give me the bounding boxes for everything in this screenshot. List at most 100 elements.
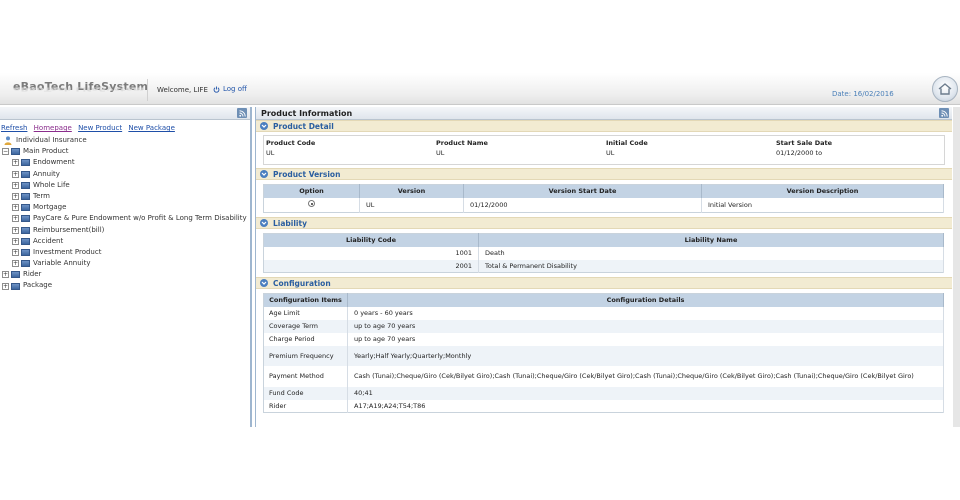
expand-toggle[interactable]: + [12,215,19,223]
tree-label: Accident [33,236,64,245]
tree-item-reimbursement[interactable]: + Reimbursement(bill) [2,225,250,236]
tree-item-package[interactable]: + Package [2,280,250,291]
home-icon [938,83,952,95]
expand-toggle[interactable]: + [12,248,19,256]
version-radio[interactable] [308,200,315,208]
field-label: Product Name [436,139,488,147]
tree-item-paycare[interactable]: + PayCare & Pure Endowment w/o Profit & … [2,213,250,224]
tree-label: Annuity [33,169,60,178]
column-header: Version Description [701,184,944,198]
tree-item-individual-insurance[interactable]: Individual Insurance [2,135,250,146]
rss-icon[interactable] [237,108,247,118]
column-header: Version Start Date [463,184,702,198]
expand-toggle[interactable]: + [2,282,9,290]
config-detail-cell: Yearly;Half Yearly;Quarterly;Monthly [347,345,944,366]
option-cell [263,197,360,213]
tree-item-investment-product[interactable]: + Investment Product [2,247,250,258]
tree-item-accident[interactable]: + Accident [2,236,250,247]
start-date-cell: 01/12/2000 [463,197,702,213]
table-row: Coverage Term up to age 70 years [263,319,944,333]
table-header: Option Version Version Start Date Versio… [263,184,944,198]
home-button[interactable] [932,76,958,102]
section-title: Product Version [273,169,341,179]
table-header: Liability Code Liability Name [263,233,944,247]
folder-icon [21,170,30,178]
homepage-link[interactable]: Homepage [34,124,72,132]
header-divider [147,79,148,101]
collapse-icon[interactable] [260,122,268,130]
table-row[interactable]: UL 01/12/2000 Initial Version [263,197,944,213]
rss-icon[interactable] [939,108,949,118]
logoff-link[interactable]: Log off [213,85,247,93]
table-row: 1001 Death [263,246,944,260]
field-value: UL [266,149,275,157]
collapse-toggle[interactable]: − [2,148,9,156]
expand-toggle[interactable]: + [12,159,19,167]
liability-name-cell: Total & Permanent Disability [478,259,944,273]
column-header: Liability Code [263,233,479,247]
expand-toggle[interactable]: + [12,260,19,268]
section-product-version[interactable]: Product Version [256,168,952,180]
new-package-link[interactable]: New Package [128,124,175,132]
expand-toggle[interactable]: + [12,170,19,178]
column-header: Configuration Items [263,293,348,307]
folder-icon [11,148,20,156]
config-detail-cell: up to age 70 years [347,332,944,346]
version-cell: UL [359,197,464,213]
config-item-cell: Age Limit [263,306,348,320]
tree-label: Whole Life [33,180,70,189]
tree-item-whole-life[interactable]: + Whole Life [2,180,250,191]
tree-item-variable-annuity[interactable]: + Variable Annuity [2,258,250,269]
section-liability[interactable]: Liability [256,217,952,229]
table-row: Fund Code 40;41 [263,386,944,400]
expand-toggle[interactable]: + [12,204,19,212]
config-item-cell: Fund Code [263,386,348,400]
detail-initial-code: Initial Code UL [604,136,774,164]
config-detail-cell: A17;A19;A24;T54;T86 [347,399,944,413]
liability-code-cell: 1001 [263,246,479,260]
expand-toggle[interactable]: + [2,271,9,279]
folder-icon [21,204,30,212]
person-icon [4,136,12,146]
config-item-cell: Rider [263,399,348,413]
section-configuration[interactable]: Configuration [256,277,952,289]
configuration-table: Configuration Items Configuration Detail… [263,293,944,413]
expand-toggle[interactable]: + [12,181,19,189]
vertical-scrollbar[interactable] [953,107,960,427]
refresh-link[interactable]: Refresh [1,124,27,132]
expand-toggle[interactable]: + [12,226,19,234]
tree-item-endowment[interactable]: + Endowment [2,157,250,168]
product-detail-box: Product Code UL Product Name UL Initial … [263,135,945,165]
column-header: Option [263,184,360,198]
collapse-icon[interactable] [260,219,268,227]
folder-icon [21,226,30,234]
current-date: Date: 16/02/2016 [832,90,894,98]
config-item-cell: Payment Method [263,365,348,387]
left-nav-links: Refresh Homepage New Product New Package [0,120,250,132]
collapse-icon[interactable] [260,279,268,287]
detail-product-code: Product Code UL [264,136,434,164]
section-title: Configuration [273,278,331,288]
folder-icon [21,181,30,189]
section-title: Product Detail [273,121,334,131]
field-label: Initial Code [606,139,648,147]
tree-item-annuity[interactable]: + Annuity [2,169,250,180]
tree-item-mortgage[interactable]: + Mortgage [2,202,250,213]
tree-item-rider[interactable]: + Rider [2,269,250,280]
liability-table: Liability Code Liability Name 1001 Death… [263,233,944,273]
tree-label: Variable Annuity [33,259,91,268]
new-product-link[interactable]: New Product [78,124,122,132]
collapse-icon[interactable] [260,170,268,178]
field-label: Start Sale Date [776,139,833,147]
column-header: Configuration Details [347,293,944,307]
config-item-cell: Coverage Term [263,319,348,333]
field-value: UL [606,149,615,157]
table-row: Payment Method Cash (Tunai);Cheque/Giro … [263,365,944,387]
tree-item-main-product[interactable]: − Main Product [2,146,250,157]
tree-label: PayCare & Pure Endowment w/o Profit & Lo… [33,214,247,223]
section-product-detail[interactable]: Product Detail [256,120,952,132]
app-logo-reflection: eBaoTech LifeSystem [13,86,145,92]
expand-toggle[interactable]: + [12,237,19,245]
tree-item-term[interactable]: + Term [2,191,250,202]
expand-toggle[interactable]: + [12,193,19,201]
